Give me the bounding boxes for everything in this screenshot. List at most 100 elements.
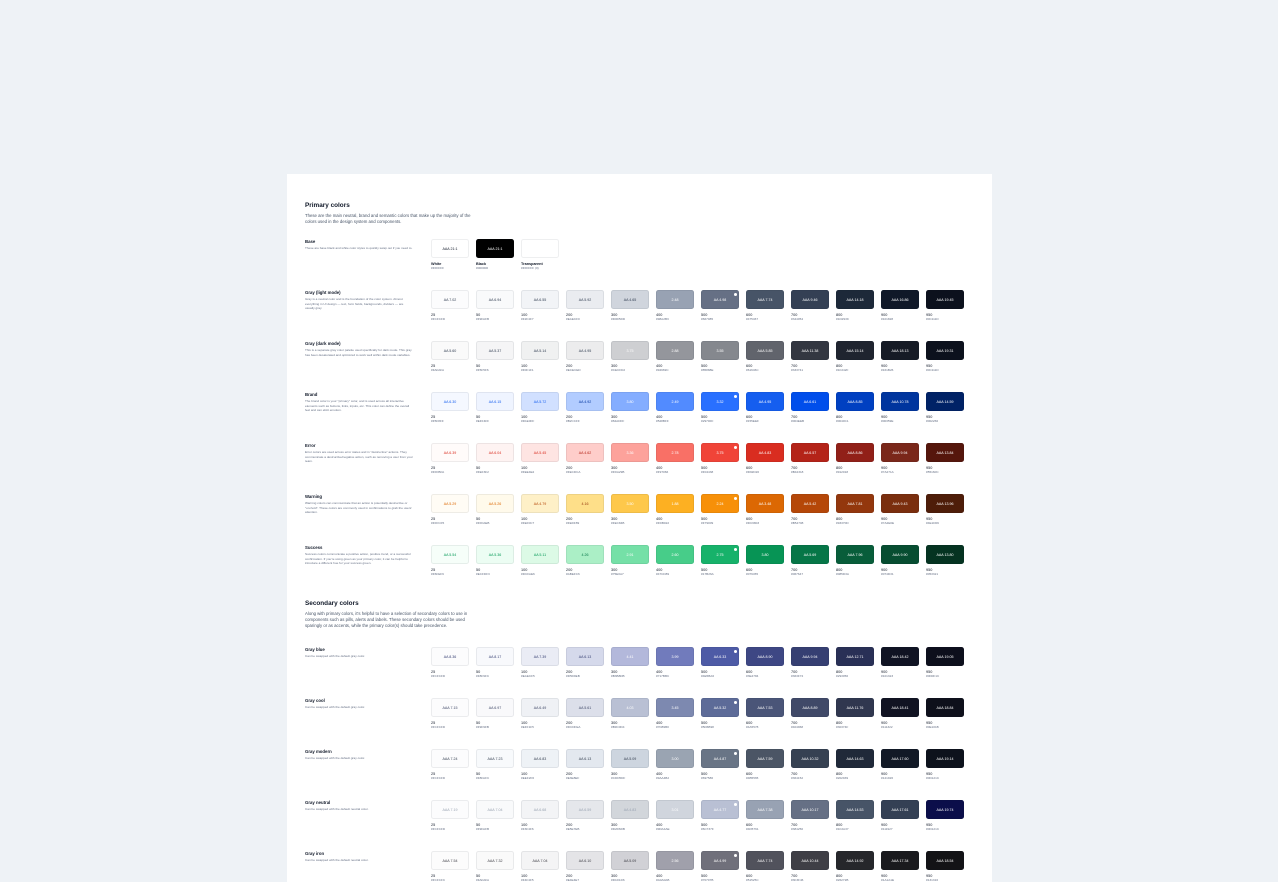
color-swatch[interactable]: AAA 7.54 25 #FCFCFC [431,851,469,882]
swatch-chip[interactable]: 2.60 [656,545,694,564]
color-swatch[interactable]: AA 7.39 100 #EAECF5 [521,647,559,698]
color-swatch[interactable]: AA 6.04 50 #FEF3F2 [476,443,514,494]
swatch-chip[interactable]: AAA 18.13 [881,341,919,360]
color-swatch[interactable]: AA 6.39 25 #FFFBFA [431,443,469,494]
color-swatch[interactable]: AAA 7.04 100 #F4F4F5 [521,851,559,882]
color-swatch[interactable]: AA 5.54 25 #F6FEF9 [431,545,469,596]
color-swatch[interactable]: 3.45 400 #7D89B0 [656,698,694,749]
swatch-chip[interactable]: AA 4.87 [701,749,739,768]
color-swatch[interactable]: 2.88 400 #94969C [656,341,694,392]
color-swatch[interactable]: AAA 7.38 600 #4D5761 [746,800,784,851]
swatch-chip[interactable]: AAA 8.85 [836,392,874,411]
swatch-chip[interactable]: 3.80 [746,545,784,564]
swatch-chip[interactable]: AA 3.48 [746,494,784,513]
color-swatch[interactable]: AA 4.77 500 #6C737F [701,800,739,851]
color-swatch[interactable]: AA 5.72 100 #D1E0FF [521,392,559,443]
swatch-chip[interactable]: AA 6.83 [521,749,559,768]
swatch-chip[interactable]: AA 4.79 [521,494,559,513]
swatch-chip[interactable]: AAA 7.19 [431,800,469,819]
color-swatch[interactable]: AAA 18.13 900 #161B26 [881,341,919,392]
swatch-chip[interactable]: AAA 15.14 [836,341,874,360]
swatch-chip[interactable]: AA 5.60 [431,341,469,360]
color-swatch[interactable]: AA 4.79 100 #FEF0C7 [521,494,559,545]
color-swatch[interactable]: 3.01 400 #9DA4AE [656,800,694,851]
color-swatch[interactable]: AA 6.30 25 #F5F8FF [431,392,469,443]
swatch-chip[interactable]: AAA 7.96 [836,545,874,564]
color-swatch[interactable]: AA 4.65 300 #D0D5DD [611,290,649,341]
color-swatch[interactable]: AAA 12.71 800 #293056 [836,647,874,698]
swatch-chip[interactable]: 2.56 [656,851,694,870]
swatch-chip[interactable]: 2.75 [701,545,739,564]
color-swatch[interactable]: AAA 9.46 700 #344054 [791,290,829,341]
color-swatch[interactable]: AA 6.68 100 #F3F4F6 [521,800,559,851]
color-swatch[interactable]: AAA 13.80 950 #053321 [926,545,964,596]
color-swatch[interactable]: 2.56 400 #A0A0AB [656,851,694,882]
swatch-chip[interactable]: 2.78 [656,443,694,462]
swatch-chip[interactable]: AA 6.57 [791,443,829,462]
color-swatch[interactable]: AAA 11.76 800 #30374F [836,698,874,749]
swatch-chip[interactable]: AA 5.45 [521,443,559,462]
color-swatch[interactable]: AAA 11.38 700 #333741 [791,341,829,392]
color-swatch[interactable]: AA 6.13 200 #D5D9EB [566,647,604,698]
swatch-chip[interactable]: AAA 10.78 [881,392,919,411]
color-swatch[interactable]: 4.03 300 #B9C0D4 [611,698,649,749]
swatch-chip[interactable]: AAA 7.81 [836,494,874,513]
swatch-chip[interactable]: AA 8.17 [476,647,514,666]
color-swatch[interactable]: AAA 7.19 25 #FCFCFD [431,800,469,851]
swatch-chip[interactable]: AAA 16.86 [881,290,919,309]
swatch-chip[interactable]: AAA 21:1 [431,239,469,258]
swatch-chip[interactable]: AAA 5.85 [746,341,784,360]
color-swatch[interactable]: AAA 9.43 900 #7A2E0E [881,494,919,545]
color-swatch[interactable]: AAA 9.94 700 #363F72 [791,647,829,698]
swatch-chip[interactable]: 3.01 [656,800,694,819]
color-swatch[interactable]: 3.50 300 #FEC84B [611,494,649,545]
swatch-chip[interactable]: AA 6.10 [566,851,604,870]
color-swatch[interactable]: AAA 5.85 600 #61646C [746,341,784,392]
color-swatch[interactable]: AA 4.87 500 #697586 [701,749,739,800]
swatch-chip[interactable]: 2.88 [656,341,694,360]
swatch-chip[interactable]: AAA 7.38 [746,800,784,819]
swatch-chip[interactable]: AAA 13.84 [926,443,964,462]
swatch-chip[interactable]: AAA 12.71 [836,647,874,666]
swatch-chip[interactable]: AA 5.72 [521,392,559,411]
color-swatch[interactable]: 2.60 400 #47CD89 [656,545,694,596]
swatch-chip[interactable]: 3.50 [611,494,649,513]
color-swatch[interactable]: AA 5.69 700 #067647 [791,545,829,596]
color-swatch[interactable]: AA 6.33 500 #4E5BA6 [701,647,739,698]
color-swatch[interactable]: 3.32 500 #2970FF [701,392,739,443]
color-swatch[interactable]: AAA 18.42 900 #101323 [881,647,919,698]
swatch-chip[interactable]: AA 6.13 [566,749,604,768]
swatch-chip[interactable]: AAA 17.60 [881,749,919,768]
swatch-chip[interactable]: AAA 7.04 [521,851,559,870]
swatch-chip[interactable]: AAA 9.94 [881,443,919,462]
swatch-chip[interactable]: AA 5.32 [701,698,739,717]
swatch-chip[interactable]: AAA 7.74 [746,290,784,309]
swatch-chip[interactable]: AA 5.42 [791,494,829,513]
swatch-chip[interactable]: 2.91 [611,545,649,564]
swatch-chip[interactable]: AAA 14.53 [836,800,874,819]
color-swatch[interactable]: AA 3.48 600 #DC6803 [746,494,784,545]
color-swatch[interactable]: AA 5.32 500 #5D6B98 [701,698,739,749]
color-swatch[interactable]: AA 7.02 25 #FCFCFD [431,290,469,341]
swatch-chip[interactable]: AA 4.92 [566,392,604,411]
color-swatch[interactable]: AAA 7.74 600 #475467 [746,290,784,341]
color-swatch[interactable]: AA 5.29 25 #FFFCF5 [431,494,469,545]
swatch-chip[interactable]: AAA 18.41 [881,698,919,717]
color-swatch[interactable]: AA 4.83 300 #D2D6DB [611,800,649,851]
swatch-chip[interactable]: AAA 8.89 [791,698,829,717]
color-swatch[interactable]: AA 6.59 200 #E5E7EB [566,800,604,851]
swatch-chip[interactable]: AA 6.33 [701,647,739,666]
swatch-chip[interactable]: AAA 21:1 [476,239,514,258]
color-swatch[interactable]: 4.16 200 #FEDF89 [566,494,604,545]
swatch-chip[interactable]: AAA 14.18 [836,290,874,309]
swatch-chip[interactable] [521,239,559,258]
color-swatch[interactable]: AAA 7.81 800 #93370D [836,494,874,545]
swatch-chip[interactable]: AAA 10.44 [791,851,829,870]
swatch-chip[interactable]: AA 5.26 [476,494,514,513]
color-swatch[interactable]: AA 8.17 50 #F8F9FC [476,647,514,698]
color-swatch[interactable]: AAA 15.14 800 #1F242F [836,341,874,392]
swatch-chip[interactable]: AAA 19.05 [926,647,964,666]
color-swatch[interactable]: AAA 10.32 700 #364152 [791,749,829,800]
color-swatch[interactable]: AAA 21:1 White #FFFFFF [431,239,469,290]
color-swatch[interactable]: AA 5.45 100 #FEE4E2 [521,443,559,494]
